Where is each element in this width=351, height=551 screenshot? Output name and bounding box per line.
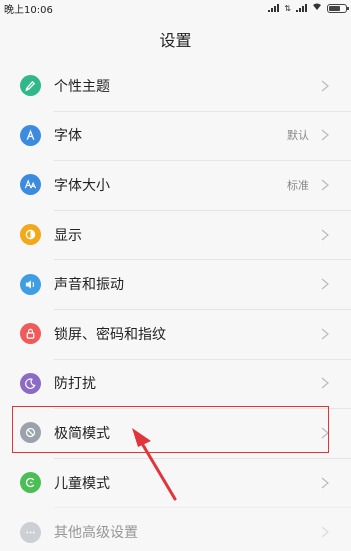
status-time: 晚上10:06	[4, 4, 53, 16]
settings-item-minimal-mode[interactable]: 极简模式	[0, 408, 351, 458]
settings-item-lock[interactable]: 锁屏、密码和指纹	[0, 308, 351, 359]
settings-item-do-not-disturb[interactable]: 防打扰	[0, 358, 351, 409]
more-icon	[20, 521, 41, 543]
minimal-mode-icon	[20, 422, 41, 444]
signal-icon-2	[296, 4, 307, 12]
settings-list: 个性主题 字体 默认 字体大小 标准 显示 声音和振动 锁屏、密码和指纹 防打扰…	[0, 61, 351, 551]
settings-item-label: 防打扰	[54, 376, 96, 393]
chevron-right-icon	[321, 80, 329, 92]
page-title: 设置	[159, 30, 192, 50]
settings-item-label: 声音和振动	[54, 277, 124, 294]
chevron-right-icon	[321, 477, 329, 489]
settings-item-label: 锁屏、密码和指纹	[54, 326, 166, 343]
kids-mode-icon	[20, 472, 41, 494]
signal-icon	[268, 4, 280, 12]
lock-icon	[20, 323, 41, 345]
chevron-right-icon	[321, 377, 329, 389]
settings-item-label: 字体	[54, 128, 82, 145]
settings-item-label: 儿童模式	[54, 475, 110, 492]
wifi-icon	[312, 3, 322, 13]
settings-item-value: 默认	[287, 129, 309, 143]
font-size-icon	[20, 174, 41, 196]
moon-icon	[20, 372, 41, 394]
settings-item-sound[interactable]: 声音和振动	[0, 259, 351, 309]
chevron-right-icon	[321, 278, 329, 290]
settings-item-label: 字体大小	[54, 177, 110, 194]
settings-item-font[interactable]: 字体 默认	[0, 110, 351, 161]
chevron-right-icon	[321, 526, 329, 538]
settings-item-label: 极简模式	[54, 425, 110, 442]
chevron-right-icon	[321, 129, 329, 141]
font-icon	[20, 124, 41, 146]
settings-item-display[interactable]: 显示	[0, 209, 351, 260]
chevron-right-icon	[321, 328, 329, 340]
battery-icon	[327, 3, 349, 13]
settings-item-value: 标准	[287, 178, 309, 192]
display-icon	[20, 224, 41, 246]
settings-item-kids-mode[interactable]: 儿童模式	[0, 457, 351, 508]
settings-item-label: 个性主题	[54, 78, 110, 95]
settings-item-font-size[interactable]: 字体大小 标准	[0, 160, 351, 210]
chevron-right-icon	[321, 427, 329, 439]
data-transfer-icon: ⇅	[284, 3, 291, 13]
settings-item-label: 其他高级设置	[54, 525, 138, 542]
status-bar: 晚上10:06 ⇅	[0, 0, 351, 16]
status-icons: ⇅	[268, 3, 349, 13]
chevron-right-icon	[321, 179, 329, 191]
chevron-right-icon	[321, 229, 329, 241]
settings-item-advanced[interactable]: 其他高级设置	[0, 507, 351, 551]
sound-icon	[20, 273, 41, 295]
settings-item-theme[interactable]: 个性主题	[0, 61, 351, 111]
theme-icon	[20, 75, 41, 97]
settings-item-label: 显示	[54, 227, 82, 244]
